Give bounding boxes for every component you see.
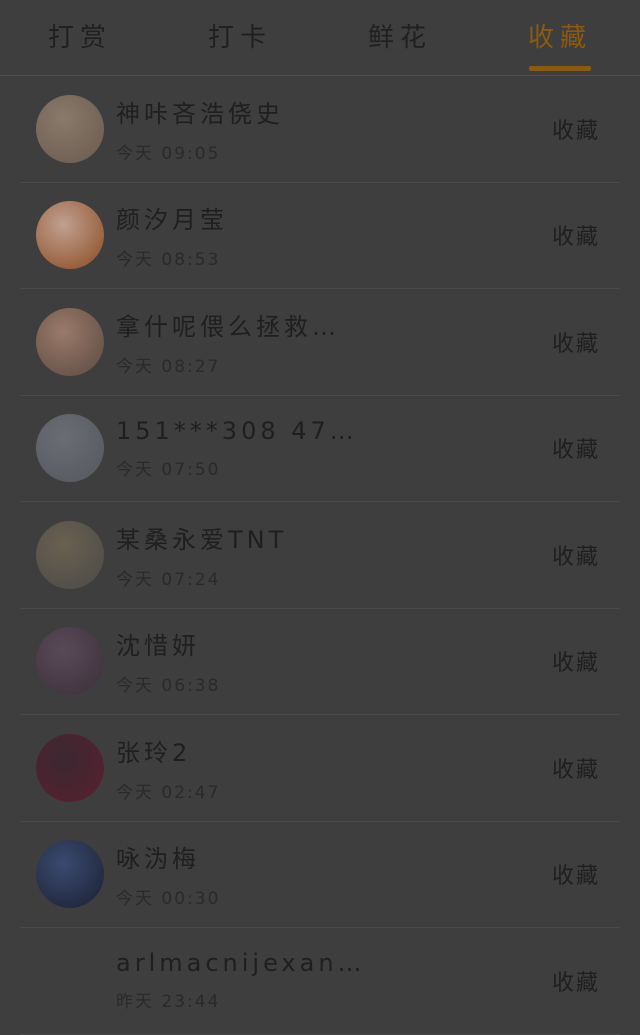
timestamp: 今天 07:24 (116, 569, 221, 590)
timestamp: 今天 06:38 (116, 676, 221, 697)
avatar[interactable] (36, 307, 104, 376)
avatar[interactable] (36, 201, 104, 270)
user-info: 颜汐月莹今天 08:53 (116, 200, 552, 270)
user-name: arlmacnijexanns (116, 949, 366, 978)
user-name: 151***308 4766… (116, 416, 366, 445)
tab-favorites[interactable]: 收藏 (480, 0, 640, 75)
user-info: 神咔吝浩侥史今天 09:05 (116, 94, 552, 164)
list-item[interactable]: 某桑永爱TNT 今天 07:24 收藏 (20, 502, 620, 609)
avatar[interactable] (36, 520, 104, 589)
timestamp: 今天 08:53 (116, 250, 221, 271)
user-info: arlmacnijexanns 昨天 23:44 (116, 949, 552, 1012)
timestamp: 今天 09:05 (116, 143, 221, 164)
avatar[interactable] (36, 947, 104, 1015)
user-info: 咏沩梅今天 00:30 (116, 839, 552, 909)
favorite-button[interactable]: 收藏 (552, 432, 600, 464)
tab-bar: 打赏 打卡 鲜花 收藏 (0, 0, 640, 76)
avatar[interactable] (36, 414, 104, 483)
avatar[interactable] (36, 733, 104, 802)
user-name: 张玲2 (116, 738, 192, 767)
list-item[interactable]: 神咔吝浩侥史 今天 09:05 收藏 (20, 76, 620, 183)
user-name: 咏沩梅 (116, 845, 200, 874)
user-info: 151***308 4766… 今天 07:50 (116, 417, 552, 480)
timestamp: 昨天 23:44 (116, 992, 221, 1013)
favorite-button[interactable]: 收藏 (552, 219, 600, 251)
list-item[interactable]: 咏沩梅 今天 00:30 收藏 (20, 822, 620, 928)
favorites-list: 神咔吝浩侥史 今天 09:05 收藏 颜汐月莹 今天 08:53 收藏 拿什呢偎么拯救… 今天… (20, 76, 620, 1035)
favorite-button[interactable]: 收藏 (552, 113, 600, 145)
list-item[interactable]: 151***308 4766… 今天 07:50 收藏 (20, 396, 620, 502)
favorite-button[interactable]: 收藏 (552, 539, 600, 571)
avatar[interactable] (36, 94, 104, 163)
favorite-button[interactable]: 收藏 (552, 858, 600, 890)
timestamp: 今天 07:50 (116, 459, 221, 480)
user-info: 沈惜妍今天 06:38 (116, 626, 552, 696)
avatar[interactable] (36, 627, 104, 696)
timestamp: 今天 00:30 (116, 889, 221, 910)
user-name: 沈惜妍 (116, 632, 200, 661)
list-item[interactable]: 张玲2 今天 02:47 收藏 (20, 715, 620, 822)
user-name: 某桑永爱TNT (116, 525, 288, 554)
list-item[interactable]: 沈惜妍 今天 06:38 收藏 (20, 609, 620, 715)
user-info: 张玲2 今天 02:47 (116, 733, 552, 803)
favorite-button[interactable]: 收藏 (552, 752, 600, 784)
user-info: 拿什呢偎么拯救… 今天 08:27 (116, 307, 552, 377)
tab-reward[interactable]: 打赏 (0, 0, 160, 75)
timestamp: 今天 08:27 (116, 356, 221, 377)
tab-flowers[interactable]: 鲜花 (320, 0, 480, 75)
timestamp: 今天 02:47 (116, 782, 221, 803)
user-name: 神咔吝浩侥史 (116, 99, 284, 128)
favorite-button[interactable]: 收藏 (552, 326, 600, 358)
user-name: 颜汐月莹 (116, 206, 228, 235)
user-info: 某桑永爱TNT 今天 07:24 (116, 520, 552, 590)
avatar[interactable] (36, 840, 104, 909)
list-item[interactable]: arlmacnijexanns 昨天 23:44 收藏 (20, 928, 620, 1035)
favorite-button[interactable]: 收藏 (552, 645, 600, 677)
tab-checkin[interactable]: 打卡 (160, 0, 320, 75)
user-name: 拿什呢偎么拯救… (116, 312, 340, 341)
favorite-button[interactable]: 收藏 (552, 965, 600, 997)
list-item[interactable]: 拿什呢偎么拯救… 今天 08:27 收藏 (20, 289, 620, 396)
list-item[interactable]: 颜汐月莹 今天 08:53 收藏 (20, 183, 620, 289)
